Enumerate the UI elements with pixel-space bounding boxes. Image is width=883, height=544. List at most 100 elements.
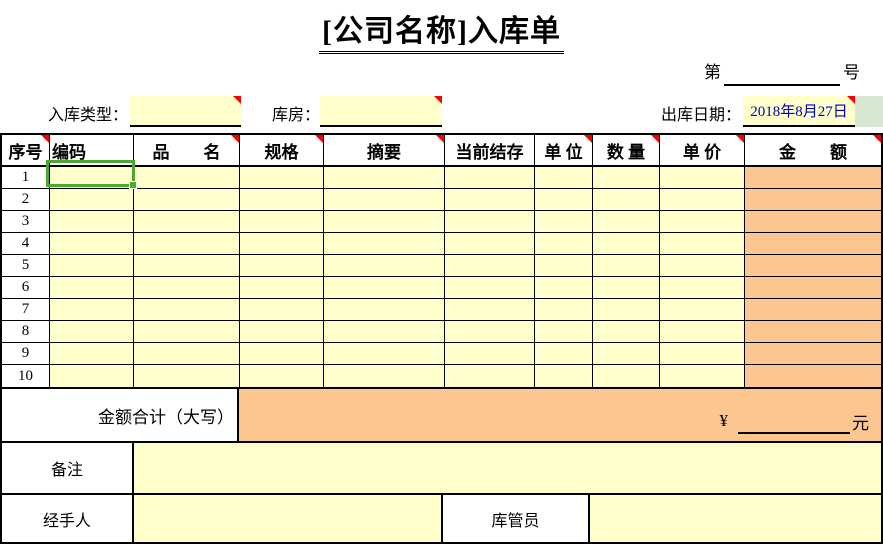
header-seq[interactable]: 序号 xyxy=(2,135,50,165)
qty-cell[interactable] xyxy=(593,365,660,387)
spec-cell[interactable] xyxy=(240,365,324,387)
balance-cell[interactable] xyxy=(445,277,535,298)
price-cell[interactable] xyxy=(660,321,745,342)
product-cell[interactable] xyxy=(134,255,240,276)
unit-cell[interactable] xyxy=(535,211,593,232)
qty-cell[interactable] xyxy=(593,211,660,232)
product-cell[interactable] xyxy=(134,211,240,232)
qty-cell[interactable] xyxy=(593,321,660,342)
spec-cell[interactable] xyxy=(240,255,324,276)
summary-cell[interactable] xyxy=(324,255,445,276)
row-number-cell[interactable]: 8 xyxy=(2,321,50,342)
handler-input-cell[interactable] xyxy=(134,495,443,542)
remarks-input-cell[interactable] xyxy=(134,443,881,493)
qty-cell[interactable] xyxy=(593,189,660,210)
doc-number-blank[interactable] xyxy=(724,60,840,86)
product-cell[interactable] xyxy=(134,233,240,254)
unit-cell[interactable] xyxy=(535,233,593,254)
total-amount-cell[interactable]: ¥ 元 xyxy=(239,389,881,441)
balance-cell[interactable] xyxy=(445,343,535,364)
warehouse-field[interactable] xyxy=(320,96,442,127)
amount-cell[interactable] xyxy=(745,299,881,320)
product-cell[interactable] xyxy=(134,365,240,387)
summary-cell[interactable] xyxy=(324,233,445,254)
balance-cell[interactable] xyxy=(445,233,535,254)
qty-cell[interactable] xyxy=(593,255,660,276)
balance-cell[interactable] xyxy=(445,211,535,232)
amount-cell[interactable] xyxy=(745,233,881,254)
header-unit-price[interactable]: 单 价 xyxy=(660,135,745,165)
date-side-cell[interactable] xyxy=(855,96,883,127)
summary-cell[interactable] xyxy=(324,299,445,320)
unit-cell[interactable] xyxy=(535,321,593,342)
spec-cell[interactable] xyxy=(240,277,324,298)
amount-cell[interactable] xyxy=(745,365,881,387)
summary-cell[interactable] xyxy=(324,321,445,342)
amount-cell[interactable] xyxy=(745,277,881,298)
balance-cell[interactable] xyxy=(445,365,535,387)
code-cell[interactable] xyxy=(50,255,134,276)
product-cell[interactable] xyxy=(134,167,240,188)
amount-cell[interactable] xyxy=(745,255,881,276)
header-product-name[interactable]: 品 名 xyxy=(134,135,240,165)
amount-cell[interactable] xyxy=(745,167,881,188)
price-cell[interactable] xyxy=(660,277,745,298)
product-cell[interactable] xyxy=(134,189,240,210)
amount-cell[interactable] xyxy=(745,211,881,232)
balance-cell[interactable] xyxy=(445,255,535,276)
code-cell[interactable] xyxy=(50,299,134,320)
entry-type-field[interactable] xyxy=(130,96,241,127)
code-cell[interactable] xyxy=(50,321,134,342)
price-cell[interactable] xyxy=(660,365,745,387)
price-cell[interactable] xyxy=(660,255,745,276)
summary-cell[interactable] xyxy=(324,277,445,298)
price-cell[interactable] xyxy=(660,299,745,320)
keeper-input-cell[interactable] xyxy=(590,495,881,542)
price-cell[interactable] xyxy=(660,233,745,254)
product-cell[interactable] xyxy=(134,321,240,342)
date-field[interactable]: 2018年8月27日 xyxy=(743,96,855,127)
header-amount[interactable]: 金 额 xyxy=(745,135,881,165)
unit-cell[interactable] xyxy=(535,167,593,188)
fill-handle[interactable] xyxy=(129,181,137,189)
row-number-cell[interactable]: 7 xyxy=(2,299,50,320)
summary-cell[interactable] xyxy=(324,167,445,188)
product-cell[interactable] xyxy=(134,277,240,298)
summary-cell[interactable] xyxy=(324,343,445,364)
code-cell[interactable] xyxy=(50,233,134,254)
row-number-cell[interactable]: 3 xyxy=(2,211,50,232)
header-unit[interactable]: 单 位 xyxy=(535,135,593,165)
qty-cell[interactable] xyxy=(593,277,660,298)
spec-cell[interactable] xyxy=(240,299,324,320)
header-spec[interactable]: 规格 xyxy=(240,135,324,165)
unit-cell[interactable] xyxy=(535,365,593,387)
spec-cell[interactable] xyxy=(240,321,324,342)
qty-cell[interactable] xyxy=(593,343,660,364)
qty-cell[interactable] xyxy=(593,299,660,320)
code-cell[interactable] xyxy=(50,211,134,232)
balance-cell[interactable] xyxy=(445,321,535,342)
unit-cell[interactable] xyxy=(535,343,593,364)
header-summary[interactable]: 摘要 xyxy=(324,135,445,165)
amount-cell[interactable] xyxy=(745,321,881,342)
row-number-cell[interactable]: 9 xyxy=(2,343,50,364)
spec-cell[interactable] xyxy=(240,189,324,210)
balance-cell[interactable] xyxy=(445,189,535,210)
spec-cell[interactable] xyxy=(240,167,324,188)
product-cell[interactable] xyxy=(134,343,240,364)
balance-cell[interactable] xyxy=(445,299,535,320)
code-cell[interactable] xyxy=(50,277,134,298)
summary-cell[interactable] xyxy=(324,211,445,232)
header-quantity[interactable]: 数 量 xyxy=(593,135,660,165)
code-cell[interactable] xyxy=(50,365,134,387)
price-cell[interactable] xyxy=(660,167,745,188)
summary-cell[interactable] xyxy=(324,365,445,387)
header-current-balance[interactable]: 当前结存 xyxy=(445,135,535,165)
qty-cell[interactable] xyxy=(593,167,660,188)
code-cell[interactable] xyxy=(50,343,134,364)
qty-cell[interactable] xyxy=(593,233,660,254)
unit-cell[interactable] xyxy=(535,277,593,298)
price-cell[interactable] xyxy=(660,189,745,210)
amount-cell[interactable] xyxy=(745,189,881,210)
spec-cell[interactable] xyxy=(240,211,324,232)
